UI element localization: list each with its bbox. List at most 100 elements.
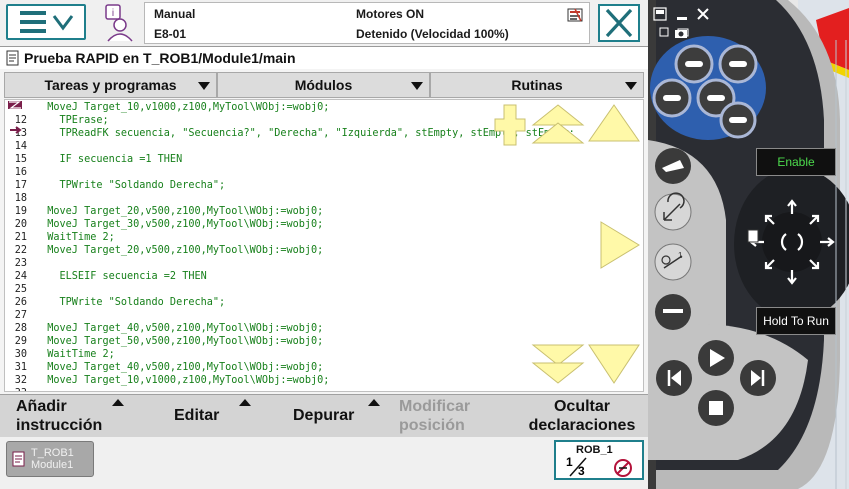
scroll-top-button[interactable] [531, 103, 585, 147]
code-text: MoveJ Target_50,v500,z100,MyTool\WObj:=w… [35, 336, 324, 347]
modify-position-button[interactable]: Modificar posición [399, 397, 470, 435]
code-text: WaitTime 2; [35, 232, 115, 243]
task-button[interactable]: T_ROB1 Module1 [6, 441, 94, 477]
lockout-icon [614, 459, 632, 477]
editor-toolbar: Añadir instrucción Editar Depurar Modifi… [0, 394, 648, 437]
code-text: MoveJ Target_40,v500,z100,MyTool\WObj:=w… [35, 323, 324, 334]
menu-icon [20, 11, 74, 33]
line-number: 16 [14, 167, 27, 178]
tab-tasks-programs[interactable]: Tareas y programas [4, 72, 217, 98]
step-forward-icon[interactable] [740, 360, 776, 396]
step-back-icon[interactable] [656, 360, 692, 396]
programmable-key-5[interactable] [719, 101, 757, 139]
status-panel[interactable]: Manual E8-01 Motores ON Detenido (Veloci… [144, 2, 590, 44]
line-number: 29 [14, 336, 27, 347]
chevron-down-icon [625, 82, 637, 90]
program-keys [656, 340, 776, 426]
line-number: 22 [14, 245, 27, 256]
scroll-right-button[interactable] [599, 220, 641, 270]
edit-button[interactable]: Editar [174, 406, 219, 425]
tab-label: Módulos [294, 77, 353, 93]
code-editor[interactable]: MoveJ Target_10,v1000,z100,MyTool\WObj:=… [4, 99, 644, 392]
play-icon[interactable] [698, 340, 734, 376]
button-label-line1: Ocultar [553, 398, 610, 415]
button-label-line1: Modificar [399, 398, 471, 415]
window-title-bar: Prueba RAPID en T_ROB1/Module1/main [0, 47, 648, 69]
line-number: 32 [14, 375, 27, 386]
stop-icon[interactable] [698, 390, 734, 426]
programmable-key-2[interactable] [718, 44, 758, 84]
program-icon [6, 50, 19, 66]
tab-routines[interactable]: Rutinas [430, 72, 644, 98]
speed-denominator: 3 [578, 464, 585, 478]
camera-icon[interactable] [674, 27, 688, 39]
background-window-edge [835, 40, 847, 489]
line-number: 25 [14, 284, 27, 295]
chevron-up-icon [368, 399, 380, 406]
code-text: WaitTime 2; [35, 349, 115, 360]
motion-mode-key[interactable] [654, 192, 692, 231]
code-text: MoveJ Target_10,v1000,z100,MyTool\WObj:=… [35, 375, 330, 386]
chevron-up-icon [112, 399, 124, 406]
close-icon [605, 8, 633, 38]
line-number: 33 [5, 387, 27, 391]
line-number: 15 [14, 154, 27, 165]
robot-name: ROB_1 [576, 444, 613, 456]
line-number: 21 [14, 232, 27, 243]
controller-state: Detenido (Velocidad 100%) [356, 27, 509, 41]
scroll-up-button[interactable] [587, 103, 641, 143]
code-text: TPWrite "Soldando Derecha"; [35, 297, 226, 308]
motors-state: Motores ON [356, 7, 425, 21]
function-keys: 1 [654, 148, 692, 330]
quickset-button[interactable]: ROB_1 1 3 [554, 440, 644, 480]
increment-key[interactable]: 1 [654, 243, 692, 281]
code-text: ELSEIF secuencia =2 THEN [35, 271, 207, 282]
programmable-keys [652, 44, 758, 139]
program-pointer-icon [8, 101, 22, 134]
programmable-key-1[interactable] [674, 44, 714, 84]
task-icon [12, 451, 25, 467]
chevron-down-icon [411, 82, 423, 90]
line-number: 27 [14, 310, 27, 321]
close-button[interactable] [598, 4, 640, 42]
enable-button[interactable]: Enable [756, 148, 836, 176]
abb-menu-button[interactable] [6, 4, 86, 40]
hold-to-run-button[interactable]: Hold To Run [756, 307, 836, 335]
tab-label: Rutinas [511, 77, 563, 93]
scroll-down-button[interactable] [587, 343, 641, 387]
code-text: TPErase; [35, 115, 109, 126]
add-instruction-button[interactable]: Añadir instrucción [16, 397, 102, 435]
line-number: 17 [14, 180, 27, 191]
hide-declarations-button[interactable]: Ocultar declaraciones [520, 397, 644, 435]
speed-numerator: 1 [566, 455, 573, 469]
button-label-line2: instrucción [16, 417, 103, 434]
user-info-button[interactable]: i [96, 3, 140, 43]
line-number: 31 [14, 362, 27, 373]
button-label-line1: Añadir [16, 398, 67, 415]
chevron-down-icon [198, 82, 210, 90]
status-icon [567, 8, 583, 22]
task-name: T_ROB1 [31, 447, 74, 459]
programmable-key-3[interactable] [652, 78, 692, 118]
line-number: 28 [14, 323, 27, 334]
code-text: MoveJ Target_30,v500,z100,MyTool\WObj:=w… [35, 219, 324, 230]
tab-label: Tareas y programas [44, 77, 177, 93]
mechanical-unit-key[interactable] [655, 148, 691, 184]
code-text: MoveJ Target_10,v1000,z100,MyTool\WObj:=… [35, 102, 330, 113]
flexpendant-screen: i Manual E8-01 Motores ON Detenido (Velo… [0, 0, 648, 489]
line-number: 19 [14, 206, 27, 217]
plus-icon[interactable] [493, 103, 527, 147]
operating-mode: Manual [154, 7, 196, 21]
line-number: 20 [14, 219, 27, 230]
svg-text:i: i [112, 8, 114, 19]
tab-modules[interactable]: Módulos [217, 72, 430, 98]
debug-button[interactable]: Depurar [293, 406, 354, 425]
code-text: IF secuencia =1 THEN [35, 154, 183, 165]
line-number: 30 [14, 349, 27, 360]
more-key[interactable] [655, 294, 691, 330]
button-label-line2: posición [399, 417, 465, 434]
code-text: MoveJ Target_20,v500,z100,MyTool\WObj:=w… [35, 245, 324, 256]
scroll-bottom-button[interactable] [531, 343, 585, 387]
module-name: Module1 [31, 459, 74, 471]
line-number: 24 [14, 271, 27, 282]
